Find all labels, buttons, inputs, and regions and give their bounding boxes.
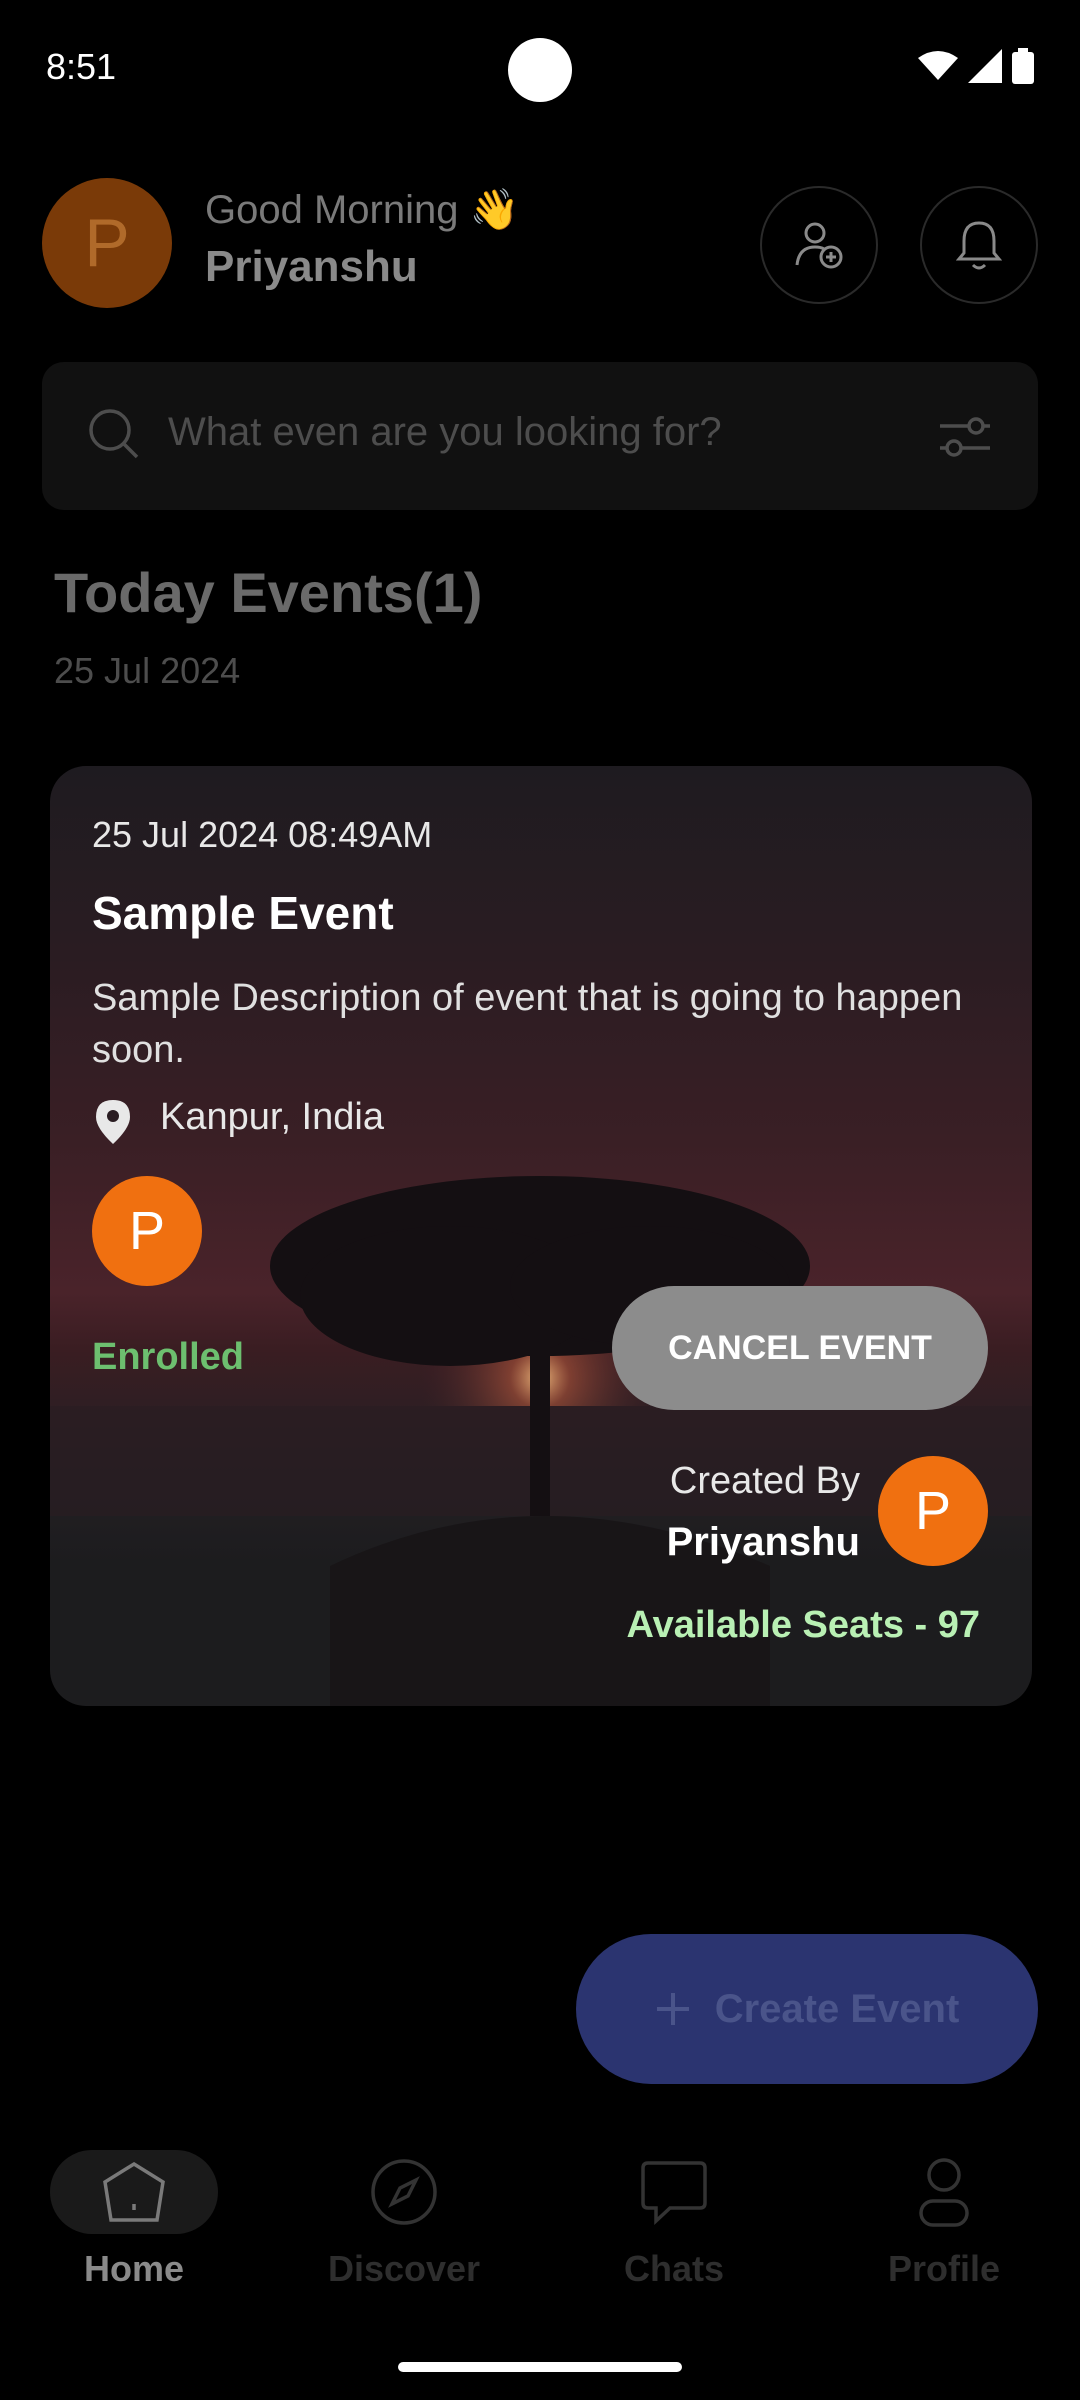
nav-label-profile: Profile	[887, 2248, 1001, 2289]
profile-icon	[919, 2158, 969, 2227]
create-event-button[interactable]: Create Event	[576, 1934, 1038, 2084]
notifications-button[interactable]	[920, 186, 1038, 304]
bell-icon	[956, 221, 1002, 270]
location-pin-icon	[96, 1100, 130, 1144]
compass-icon	[371, 2159, 437, 2225]
creator-name: Priyanshu	[666, 1520, 860, 1564]
nav-label-discover: Discover	[327, 2248, 481, 2289]
battery-icon	[1012, 48, 1034, 84]
home-icon	[103, 2161, 165, 2222]
nav-profile-pill	[860, 2150, 1028, 2234]
user-name: Priyanshu	[205, 242, 418, 291]
status-time: 8:51	[46, 46, 117, 87]
nav-home-pill	[50, 2150, 218, 2234]
event-card[interactable]: 25 Jul 2024 08:49AM Sample Event Sample …	[50, 766, 1032, 1706]
chat-icon	[641, 2161, 707, 2225]
nav-label-home: Home	[83, 2248, 185, 2289]
user-avatar[interactable]: P	[42, 178, 172, 308]
add-friend-button[interactable]	[760, 186, 878, 304]
event-datetime: 25 Jul 2024 08:49AM	[92, 814, 433, 855]
search-icon	[89, 409, 139, 459]
signal-icon	[968, 49, 1002, 83]
filter-icon[interactable]	[940, 414, 990, 460]
nav-item-home[interactable]: Home	[24, 2150, 244, 2290]
cancel-event-button[interactable]: CANCEL EVENT	[612, 1286, 988, 1410]
event-location: Kanpur, India	[160, 1096, 384, 1138]
enrolled-status: Enrolled	[92, 1336, 245, 1378]
available-seats: Available Seats - 97	[626, 1604, 980, 1646]
event-description: Sample Description of event that is goin…	[92, 977, 963, 1071]
nav-discover-pill	[320, 2150, 488, 2234]
event-title: Sample Event	[92, 887, 394, 939]
participant-avatar[interactable]: P	[92, 1176, 202, 1286]
nav-item-discover[interactable]: Discover	[294, 2150, 514, 2290]
created-by-label: Created By	[669, 1460, 860, 1502]
nav-chats-pill	[590, 2150, 758, 2234]
section-title: Today Events(1)	[54, 561, 483, 624]
create-event-label: Create Event	[714, 1986, 960, 2031]
nav-item-chats[interactable]: Chats	[564, 2150, 784, 2290]
search-input[interactable]: What even are you looking for?	[168, 410, 722, 455]
section-date: 25 Jul 2024	[54, 650, 241, 691]
gesture-bar[interactable]	[398, 2362, 682, 2372]
add-user-icon	[795, 222, 843, 269]
camera-cutout	[508, 38, 572, 102]
greeting-text: Good Morning 👋	[205, 188, 520, 232]
nav-label-chats: Chats	[623, 2248, 725, 2289]
wifi-icon	[918, 51, 958, 80]
nav-item-profile[interactable]: Profile	[834, 2150, 1054, 2290]
status-icons	[918, 48, 1034, 84]
creator-avatar[interactable]: P	[878, 1456, 988, 1566]
plus-icon	[656, 1993, 689, 2025]
